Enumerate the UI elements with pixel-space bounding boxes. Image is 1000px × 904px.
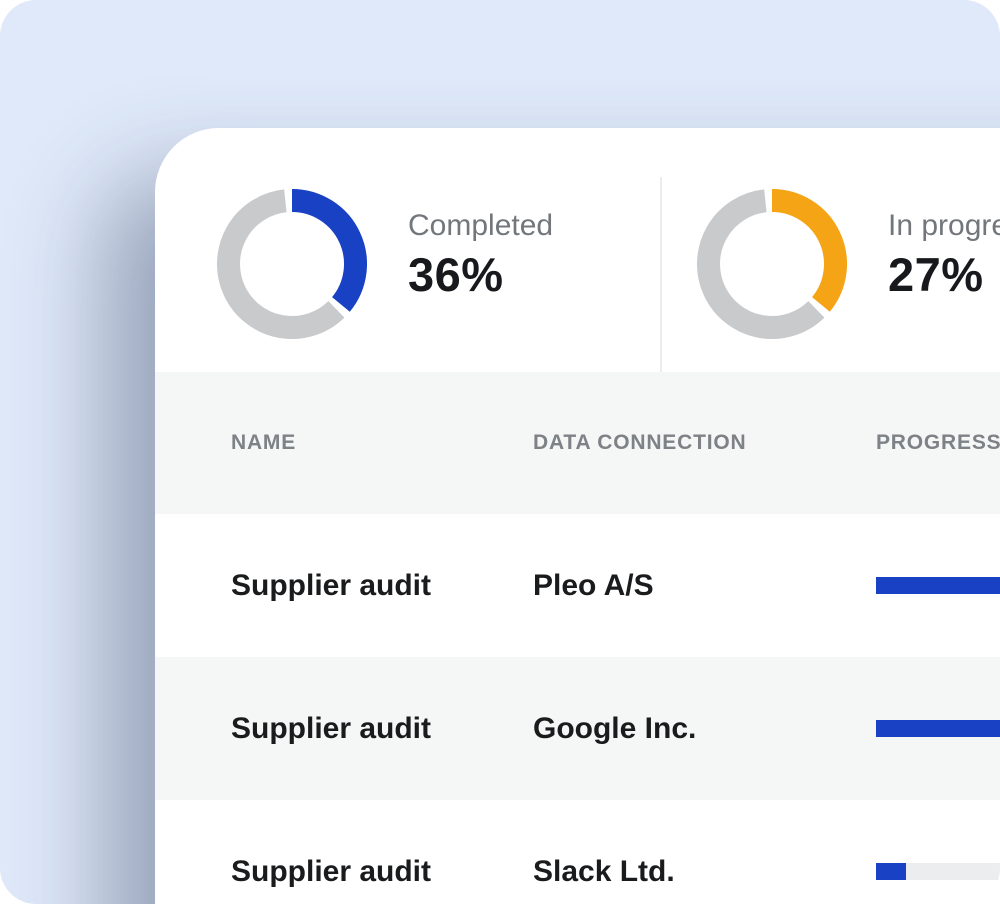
table-row[interactable]: Supplier audit Slack Ltd. <box>155 800 1000 904</box>
header-progress: PROGRESS <box>876 431 1000 455</box>
row-progress-cell <box>876 577 1000 594</box>
header-data-connection: DATA CONNECTION <box>533 431 876 455</box>
table-row[interactable]: Supplier audit Pleo A/S <box>155 514 1000 657</box>
row-connection: Pleo A/S <box>533 569 876 603</box>
row-connection: Google Inc. <box>533 712 876 746</box>
stage: Completed 36% In progress 27% NAME DATA … <box>0 0 1000 904</box>
row-progress-cell <box>876 720 1000 737</box>
stat-label: Completed <box>408 208 553 244</box>
donut-chart-completed <box>217 189 367 339</box>
table-header-row: NAME DATA CONNECTION PROGRESS <box>155 372 1000 514</box>
stat-value: 36% <box>408 248 553 302</box>
stats-section: Completed 36% In progress 27% <box>155 128 1000 372</box>
progress-bar-track <box>876 577 1000 594</box>
row-name: Supplier audit <box>231 712 533 746</box>
table-body: Supplier audit Pleo A/S Supplier audit G… <box>155 514 1000 904</box>
row-connection: Slack Ltd. <box>533 855 876 889</box>
progress-bar-fill <box>876 863 906 880</box>
donut-chart-in-progress <box>697 189 847 339</box>
audit-table: NAME DATA CONNECTION PROGRESS Supplier a… <box>155 372 1000 904</box>
progress-bar-fill <box>876 577 1000 594</box>
stat-completed: Completed 36% <box>408 208 553 302</box>
row-progress-cell <box>876 863 1000 880</box>
stats-divider <box>660 177 662 372</box>
stat-in-progress: In progress 27% <box>888 208 1000 302</box>
stat-label: In progress <box>888 208 1000 244</box>
progress-bar-fill <box>876 720 1000 737</box>
progress-bar-track <box>876 720 1000 737</box>
row-name: Supplier audit <box>231 855 533 889</box>
row-name: Supplier audit <box>231 569 533 603</box>
background-canvas: Completed 36% In progress 27% NAME DATA … <box>0 0 1000 904</box>
progress-bar-track <box>876 863 1000 880</box>
header-name: NAME <box>231 431 533 455</box>
dashboard-card: Completed 36% In progress 27% NAME DATA … <box>155 128 1000 904</box>
table-row[interactable]: Supplier audit Google Inc. <box>155 657 1000 800</box>
stat-value: 27% <box>888 248 1000 302</box>
